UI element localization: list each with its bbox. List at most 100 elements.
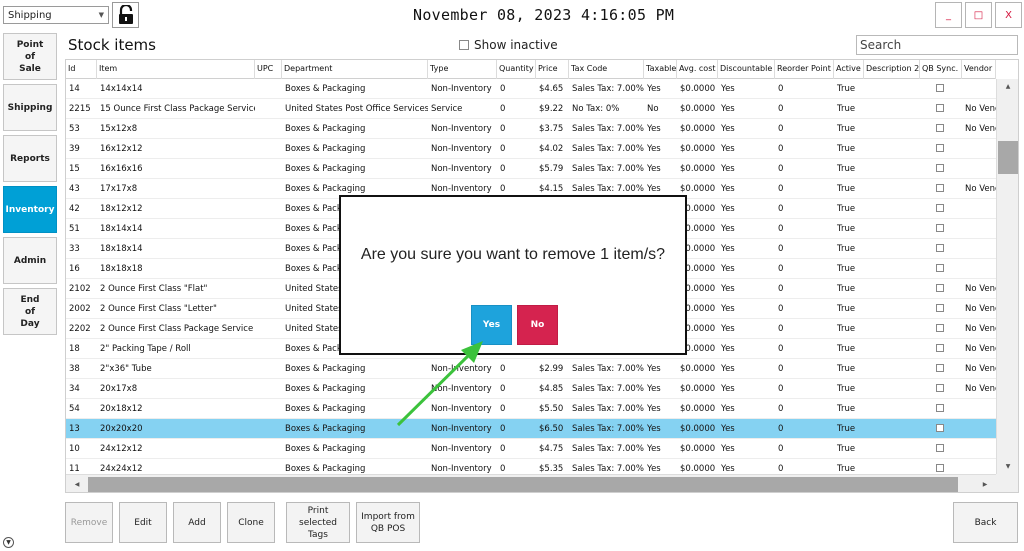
scroll-right-icon[interactable]: ▶ [974, 475, 996, 492]
vertical-scroll-thumb[interactable] [998, 141, 1018, 174]
col-header-type[interactable]: Type [428, 60, 497, 79]
cell-qb[interactable] [920, 399, 962, 419]
scroll-left-icon[interactable]: ◀ [66, 475, 88, 492]
print-selected-tags-button[interactable]: Print selected Tags [286, 502, 350, 543]
qb-sync-checkbox[interactable] [936, 444, 944, 452]
qb-sync-checkbox[interactable] [936, 104, 944, 112]
qb-sync-checkbox[interactable] [936, 364, 944, 372]
col-header-item[interactable]: Item [97, 60, 255, 79]
table-row[interactable]: 53 15x12x8 Boxes & Packaging Non-Inventory 0… [66, 119, 996, 139]
sidebar-item-point-of-sale[interactable]: Point of Sale [3, 33, 57, 80]
cell-qb[interactable] [920, 79, 962, 99]
remove-button[interactable]: Remove [65, 502, 113, 543]
cell-qb[interactable] [920, 239, 962, 259]
col-header-reorder-point[interactable]: Reorder Point [775, 60, 834, 79]
show-inactive-checkbox[interactable] [459, 40, 469, 50]
edit-button[interactable]: Edit [119, 502, 167, 543]
cell-qb[interactable] [920, 419, 962, 439]
table-row[interactable]: 15 16x16x16 Boxes & Packaging Non-Inventory… [66, 159, 996, 179]
col-header-active[interactable]: Active [834, 60, 864, 79]
cell-qb[interactable] [920, 159, 962, 179]
col-header-discountable[interactable]: Discountable [718, 60, 775, 79]
col-header-price[interactable]: Price [536, 60, 569, 79]
col-header-id[interactable]: Id [66, 60, 97, 79]
cell-active: True [837, 384, 856, 394]
sidebar-item-shipping[interactable]: Shipping [3, 84, 57, 131]
table-row[interactable]: 10 24x12x12 Boxes & Packaging Non-Inventory… [66, 439, 996, 459]
cell-qb[interactable] [920, 359, 962, 379]
col-header-tax-code[interactable]: Tax Code [569, 60, 644, 79]
qb-sync-checkbox[interactable] [936, 184, 944, 192]
cell-qb[interactable] [920, 299, 962, 319]
cell-price: $5.79 [539, 164, 564, 174]
cell-qb[interactable] [920, 219, 962, 239]
horizontal-scroll-thumb[interactable] [88, 477, 958, 492]
table-row[interactable]: 2215 15 Ounce First Class Package Service… [66, 99, 996, 119]
cell-qb[interactable] [920, 279, 962, 299]
cell-qb[interactable] [920, 99, 962, 119]
qb-sync-checkbox[interactable] [936, 84, 944, 92]
table-row[interactable]: 13 20x20x20 Boxes & Packaging Non-Inventory… [66, 419, 996, 439]
back-button[interactable]: Back [953, 502, 1018, 543]
table-row[interactable]: 54 20x18x12 Boxes & Packaging Non-Inventory… [66, 399, 996, 419]
show-inactive-toggle[interactable]: Show inactive [459, 38, 558, 52]
qb-sync-checkbox[interactable] [936, 304, 944, 312]
qb-sync-checkbox[interactable] [936, 384, 944, 392]
table-row[interactable]: 14 14x14x14 Boxes & Packaging Non-Inventory… [66, 79, 996, 99]
qb-sync-checkbox[interactable] [936, 464, 944, 472]
cell-qb[interactable] [920, 119, 962, 139]
qb-sync-checkbox[interactable] [936, 244, 944, 252]
qb-sync-checkbox[interactable] [936, 284, 944, 292]
table-row[interactable]: 39 16x12x12 Boxes & Packaging Non-Inventory… [66, 139, 996, 159]
qb-sync-checkbox[interactable] [936, 404, 944, 412]
cell-qb[interactable] [920, 179, 962, 199]
col-header-upc[interactable]: UPC [255, 60, 282, 79]
scroll-down-icon[interactable]: ▼ [997, 459, 1018, 474]
cell-active: True [837, 284, 856, 294]
col-header-department[interactable]: Department [282, 60, 428, 79]
qb-sync-checkbox[interactable] [936, 204, 944, 212]
expand-down-icon[interactable]: ▼ [3, 537, 14, 548]
vertical-scrollbar[interactable]: ▲ ▼ [996, 79, 1018, 474]
col-header-avg-cost[interactable]: Avg. cost [677, 60, 718, 79]
col-header-vendor[interactable]: Vendor [962, 60, 996, 79]
col-header-taxable[interactable]: Taxable [644, 60, 677, 79]
qb-sync-checkbox[interactable] [936, 224, 944, 232]
cell-qb[interactable] [920, 439, 962, 459]
lock-button[interactable] [112, 2, 139, 28]
col-header-description-2[interactable]: Description 2 [864, 60, 920, 79]
qb-sync-checkbox[interactable] [936, 164, 944, 172]
horizontal-scrollbar[interactable]: ◀ ▶ [66, 474, 996, 492]
cell-qb[interactable] [920, 379, 962, 399]
sidebar-item-inventory[interactable]: Inventory [3, 186, 57, 233]
maximize-button[interactable]: □ [965, 2, 992, 28]
dialog-no-button[interactable]: No [517, 305, 558, 345]
import-from-qb-pos-button[interactable]: Import from QB POS [356, 502, 420, 543]
search-input[interactable] [856, 35, 1018, 55]
table-row[interactable]: 38 2"x36" Tube Boxes & Packaging Non-Invent… [66, 359, 996, 379]
cell-qb[interactable] [920, 319, 962, 339]
col-header-qb-sync[interactable]: QB Sync. [920, 60, 962, 79]
qb-sync-checkbox[interactable] [936, 144, 944, 152]
qb-sync-checkbox[interactable] [936, 344, 944, 352]
table-row[interactable]: 34 20x17x8 Boxes & Packaging Non-Inventory 0… [66, 379, 996, 399]
add-button[interactable]: Add [173, 502, 221, 543]
cell-qb[interactable] [920, 339, 962, 359]
minimize-button[interactable]: _ [935, 2, 962, 28]
col-header-quantity[interactable]: Quantity [497, 60, 536, 79]
qb-sync-checkbox[interactable] [936, 264, 944, 272]
sidebar-item-admin[interactable]: Admin [3, 237, 57, 284]
qb-sync-checkbox[interactable] [936, 124, 944, 132]
scroll-up-icon[interactable]: ▲ [997, 79, 1018, 94]
location-select[interactable]: Shipping ▼ [3, 6, 109, 24]
sidebar-item-reports[interactable]: Reports [3, 135, 57, 182]
cell-qb[interactable] [920, 259, 962, 279]
cell-qb[interactable] [920, 139, 962, 159]
qb-sync-checkbox[interactable] [936, 424, 944, 432]
qb-sync-checkbox[interactable] [936, 324, 944, 332]
dialog-yes-button[interactable]: Yes [471, 305, 512, 345]
close-button[interactable]: X [995, 2, 1022, 28]
cell-qb[interactable] [920, 199, 962, 219]
clone-button[interactable]: Clone [227, 502, 275, 543]
sidebar-item-end-of-day[interactable]: End of Day [3, 288, 57, 335]
